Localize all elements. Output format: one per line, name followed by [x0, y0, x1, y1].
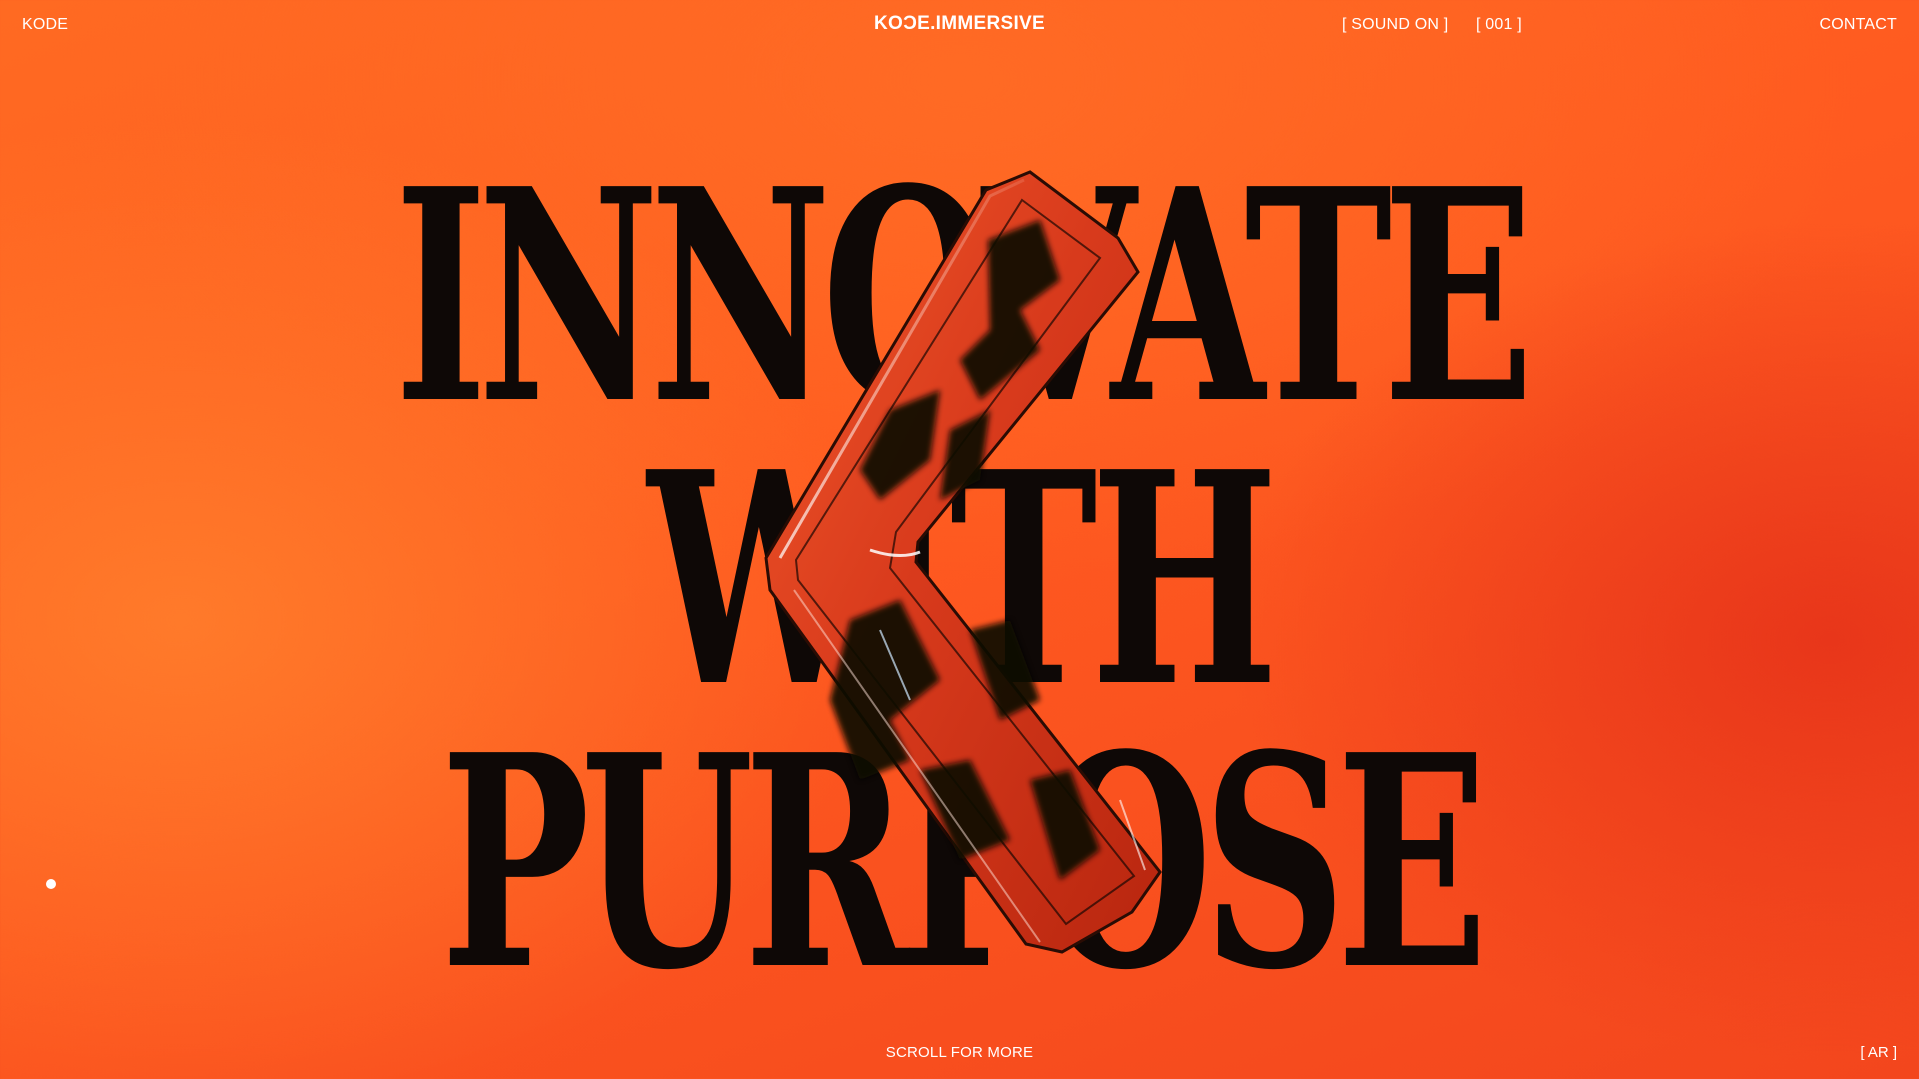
- slide-indicator-dot[interactable]: [46, 879, 56, 889]
- glass-chevron-sculpture: [764, 170, 1162, 954]
- language-toggle-button[interactable]: [ AR ]: [1860, 1044, 1897, 1061]
- hero-section: INNOVATE WITH PURPOSE: [0, 0, 1919, 1079]
- scroll-for-more-hint: SCROLL FOR MORE: [885, 1044, 1034, 1061]
